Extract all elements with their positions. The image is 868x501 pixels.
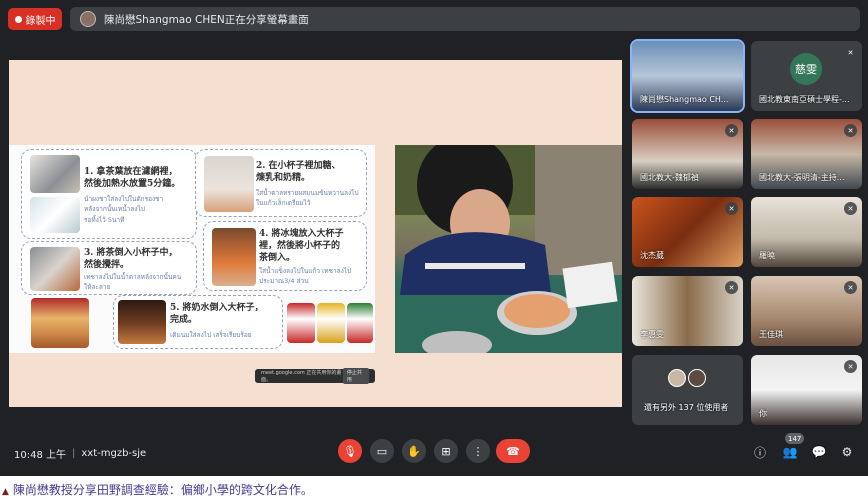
mic-off-icon: ✕ [844, 46, 857, 59]
participant-avatar: 慈雯 [790, 53, 822, 85]
chat-button[interactable]: 💬 [810, 443, 828, 461]
participant-name: 沈杰葳 [640, 251, 664, 260]
more-participants-tile[interactable]: 還有另外 137 位使用者 [632, 355, 743, 425]
recording-badge[interactable]: 錄製中 [8, 8, 62, 30]
step-card-1: 1. 拿茶葉放在濾網裡， 然後加熱水放置5分鐘。 นำผงชาใส่ลงไปใน… [21, 149, 197, 239]
recording-label: 錄製中 [25, 15, 56, 27]
tea-box-red [287, 303, 315, 343]
screen-share-banner: 陳尚懋Shangmao CHEN正在分享螢幕畫面 [70, 7, 860, 31]
participant-name: 國北教大-張明清-主持... [759, 173, 845, 182]
meeting-details-button[interactable]: ⓘ [751, 443, 769, 461]
step-thai-4: ใส่น้ำแข็งลงไปในแก้ว เทชาลงไป ประมาณ3/4 … [259, 267, 352, 286]
more-participants-label: 還有另外 137 位使用者 [644, 403, 729, 412]
present-icon: ⊞ [441, 444, 451, 458]
camera-icon: ▭ [376, 444, 388, 458]
step-card-2: 2. 在小杯子裡加糖、 煉乳和奶精。 ใส่น้ำตาลทรายผสมนมข้น… [195, 149, 367, 217]
share-banner-text: 陳尚懋Shangmao CHEN正在分享螢幕畫面 [104, 13, 309, 26]
snackbar-text: meet.google.com 正在共用你的畫面。 [261, 370, 342, 383]
presenter-avatar [80, 11, 96, 27]
step-thai-3: เทชาลงไปในน้ำตาลหลังจากนั้นคน ให้ละลาย [84, 273, 182, 292]
participant-avatar [688, 369, 706, 387]
people-icon: 👥 [782, 445, 798, 459]
caption-text: 陳尚懋教授分享田野調查經驗：偏鄉小學的跨文化合作。 [12, 483, 313, 497]
sharing-snackbar: meet.google.com 正在共用你的畫面。 停止共用 [255, 368, 375, 384]
mic-off-icon: ✕ [844, 360, 857, 373]
step-photo-2 [204, 156, 254, 212]
record-dot-icon [14, 15, 22, 23]
info-icon: ⓘ [753, 445, 766, 460]
classroom-photo [395, 145, 622, 353]
self-tile[interactable]: ✕ 你 [751, 355, 862, 425]
mic-off-icon: ✕ [725, 124, 738, 137]
participant-tile-6[interactable]: ✕ 羅曉 [751, 197, 862, 267]
present-screen-button[interactable]: ⊞ [434, 439, 458, 463]
step-card-3: 3. 將茶倒入小杯子中， 然後攪拌。 เทชาลงไปในน้ำตาลหลังจ… [21, 241, 197, 295]
tea-box-green [347, 303, 373, 343]
presentation-stage: 1. 拿茶葉放在濾網裡， 然後加熱水放置5分鐘。 นำผงชาใส่ลงไปใน… [9, 60, 622, 407]
participant-name: 國北教東南亞碩士學程-... [759, 95, 850, 104]
participant-name: 羅曉 [759, 251, 775, 260]
meeting-separator: | [72, 448, 76, 459]
participant-tile-3[interactable]: ✕ 國北教大-魏郁禎 [632, 119, 743, 189]
tea-box-yellow [317, 303, 345, 343]
student-eating-illustration [395, 145, 622, 353]
mic-off-icon: ✕ [844, 202, 857, 215]
stop-sharing-button[interactable]: 停止共用 [342, 368, 369, 384]
meet-window: 錄製中 陳尚懋Shangmao CHEN正在分享螢幕畫面 1. 拿茶葉放在濾網裡… [0, 0, 868, 476]
participant-name: 李惠雯 [640, 330, 664, 339]
step-title-5: 5. 將奶水倒入大杯子， 完成。 [170, 303, 264, 326]
step-title-2: 2. 在小杯子裡加糖、 煉乳和奶精。 [256, 161, 341, 184]
step-photo-5 [118, 300, 166, 344]
more-options-button[interactable]: ⋮ [466, 439, 490, 463]
end-call-button[interactable]: ☎ [496, 439, 530, 463]
step-photo-3 [30, 247, 80, 291]
step-card-5: 5. 將奶水倒入大杯子， 完成。 เติมนมใส่ลงไป เสร็จเรีย… [113, 295, 283, 349]
triangle-icon: ▲ [2, 487, 9, 497]
step-photo-1b [30, 197, 80, 233]
participant-tile-7[interactable]: ✕ 李惠雯 [632, 276, 743, 346]
step-thai-5: เติมนมใส่ลงไป เสร็จเรียบร้อย [170, 331, 252, 339]
mic-toggle-button[interactable]: 🎙 [338, 439, 362, 463]
people-button[interactable]: 👥 [781, 443, 799, 461]
tea-cups-photo [31, 298, 89, 348]
chat-icon: 💬 [811, 445, 827, 459]
participant-tile-2[interactable]: 慈雯 ✕ 國北教東南亞碩士學程-... [751, 41, 862, 111]
mic-off-icon: 🎙 [343, 444, 357, 458]
raise-hand-button[interactable]: ✋ [402, 439, 426, 463]
participant-tile-4[interactable]: ✕ 國北教大-張明清-主持... [751, 119, 862, 189]
step-photo-4 [212, 228, 256, 286]
mic-off-icon: ✕ [844, 124, 857, 137]
activities-icon: ⚙ [841, 445, 853, 459]
more-vert-icon: ⋮ [472, 444, 484, 458]
participant-name: 國北教大-魏郁禎 [640, 173, 699, 182]
step-title-4: 4. 將冰塊放入大杯子 裡，然後將小杯子的 茶倒入。 [259, 229, 344, 264]
meeting-info: 10:48 上午 | xxt-mgzb-sje [14, 446, 146, 461]
participant-tile-presenter[interactable]: 陳尚懋Shangmao CH... [630, 39, 745, 113]
participant-avatar [668, 369, 686, 387]
participant-name: 你 [759, 409, 767, 418]
participant-name: 王佳琪 [759, 330, 783, 339]
participant-name: 陳尚懋Shangmao CH... [640, 95, 729, 104]
participant-tile-5[interactable]: ✕ 沈杰葳 [632, 197, 743, 267]
step-card-4: 4. 將冰塊放入大杯子 裡，然後將小杯子的 茶倒入。 ใส่น้ำแข็งลงไ… [203, 221, 367, 291]
activities-button[interactable]: ⚙ [838, 443, 856, 461]
step-title-1: 1. 拿茶葉放在濾網裡， 然後加熱水放置5分鐘。 [84, 167, 181, 190]
mic-off-icon: ✕ [725, 202, 738, 215]
photo-caption: ▲ 陳尚懋教授分享田野調查經驗：偏鄉小學的跨文化合作。 [2, 481, 313, 498]
mic-off-icon: ✕ [725, 281, 738, 294]
recipe-slide: 1. 拿茶葉放在濾網裡， 然後加熱水放置5分鐘。 นำผงชาใส่ลงไปใน… [9, 145, 375, 353]
step-thai-1: นำผงชาใส่ลงไปในตักรองชา หลังจากนั้นเทน้ำ… [84, 195, 164, 224]
step-photo-1 [30, 155, 80, 193]
meeting-time: 10:48 上午 [14, 450, 66, 461]
step-title-3: 3. 將茶倒入小杯子中， 然後攪拌。 [84, 248, 178, 271]
participant-tile-8[interactable]: ✕ 王佳琪 [751, 276, 862, 346]
phone-hangup-icon: ☎ [506, 444, 520, 458]
step-thai-2: ใส่น้ำตาลทรายผสมนมข้นหวานลงไป ในแก้วเล็ก… [256, 189, 359, 208]
hand-icon: ✋ [407, 444, 421, 458]
meeting-code: xxt-mgzb-sje [81, 448, 147, 459]
mic-off-icon: ✕ [844, 281, 857, 294]
camera-toggle-button[interactable]: ▭ [370, 439, 394, 463]
